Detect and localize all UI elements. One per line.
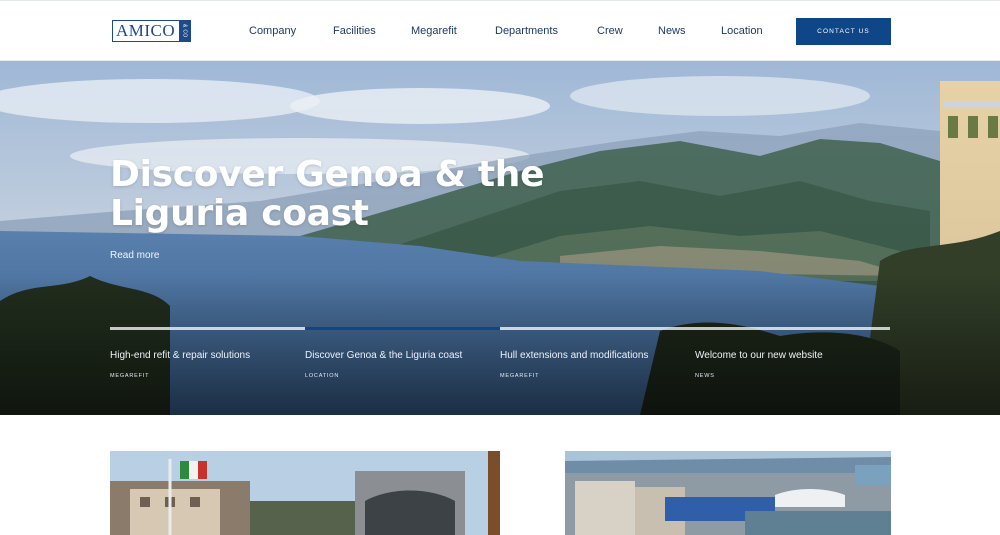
slide-progress-bar (500, 327, 695, 330)
shipyard-card-image[interactable] (110, 451, 500, 535)
slide-tab-category: MEGAREFIT (500, 373, 540, 379)
hero-title: Discover Genoa & the Liguria coast (110, 154, 545, 234)
nav-item-news[interactable]: News (658, 25, 686, 37)
nav-item-facilities[interactable]: Facilities (333, 25, 376, 37)
read-more-link[interactable]: Read more (110, 250, 159, 261)
slide-tab[interactable]: Hull extensions and modifications MEGARE… (500, 327, 695, 387)
hero-slider: Discover Genoa & the Liguria coast Read … (0, 61, 1000, 415)
contact-us-button[interactable]: CONTACT US (796, 18, 891, 45)
slide-tab-category: LOCATION (305, 373, 340, 379)
slide-tab-label: High-end refit & repair solutions (110, 350, 251, 361)
nav-item-company[interactable]: Company (249, 25, 296, 37)
nav-item-departments[interactable]: Departments (495, 25, 558, 37)
slide-tab-label: Discover Genoa & the Liguria coast (305, 350, 463, 361)
port-photo (565, 451, 891, 535)
slide-tabs: High-end refit & repair solutions MEGARE… (110, 327, 891, 387)
site-header: AMICO & CO Company Facilities Megarefit … (0, 0, 1000, 61)
slide-progress-bar (110, 327, 305, 330)
slide-tab[interactable]: High-end refit & repair solutions MEGARE… (110, 327, 305, 387)
slide-tab-label: Welcome to our new website (695, 350, 823, 361)
nav-item-crew[interactable]: Crew (597, 25, 623, 37)
slide-tab-category: MEGAREFIT (110, 373, 150, 379)
slide-tab-active[interactable]: Discover Genoa & the Liguria coast LOCAT… (305, 327, 500, 387)
slide-progress-bar (305, 327, 500, 330)
slide-tab-label: Hull extensions and modifications (500, 350, 649, 361)
slide-tab[interactable]: Welcome to our new website NEWS (695, 327, 890, 387)
shipyard-photo (110, 451, 500, 535)
nav-item-location[interactable]: Location (721, 25, 763, 37)
nav-item-megarefit[interactable]: Megarefit (411, 25, 457, 37)
port-card-image[interactable] (565, 451, 891, 535)
slide-progress-bar (695, 327, 890, 330)
slide-tab-category: NEWS (695, 373, 715, 379)
